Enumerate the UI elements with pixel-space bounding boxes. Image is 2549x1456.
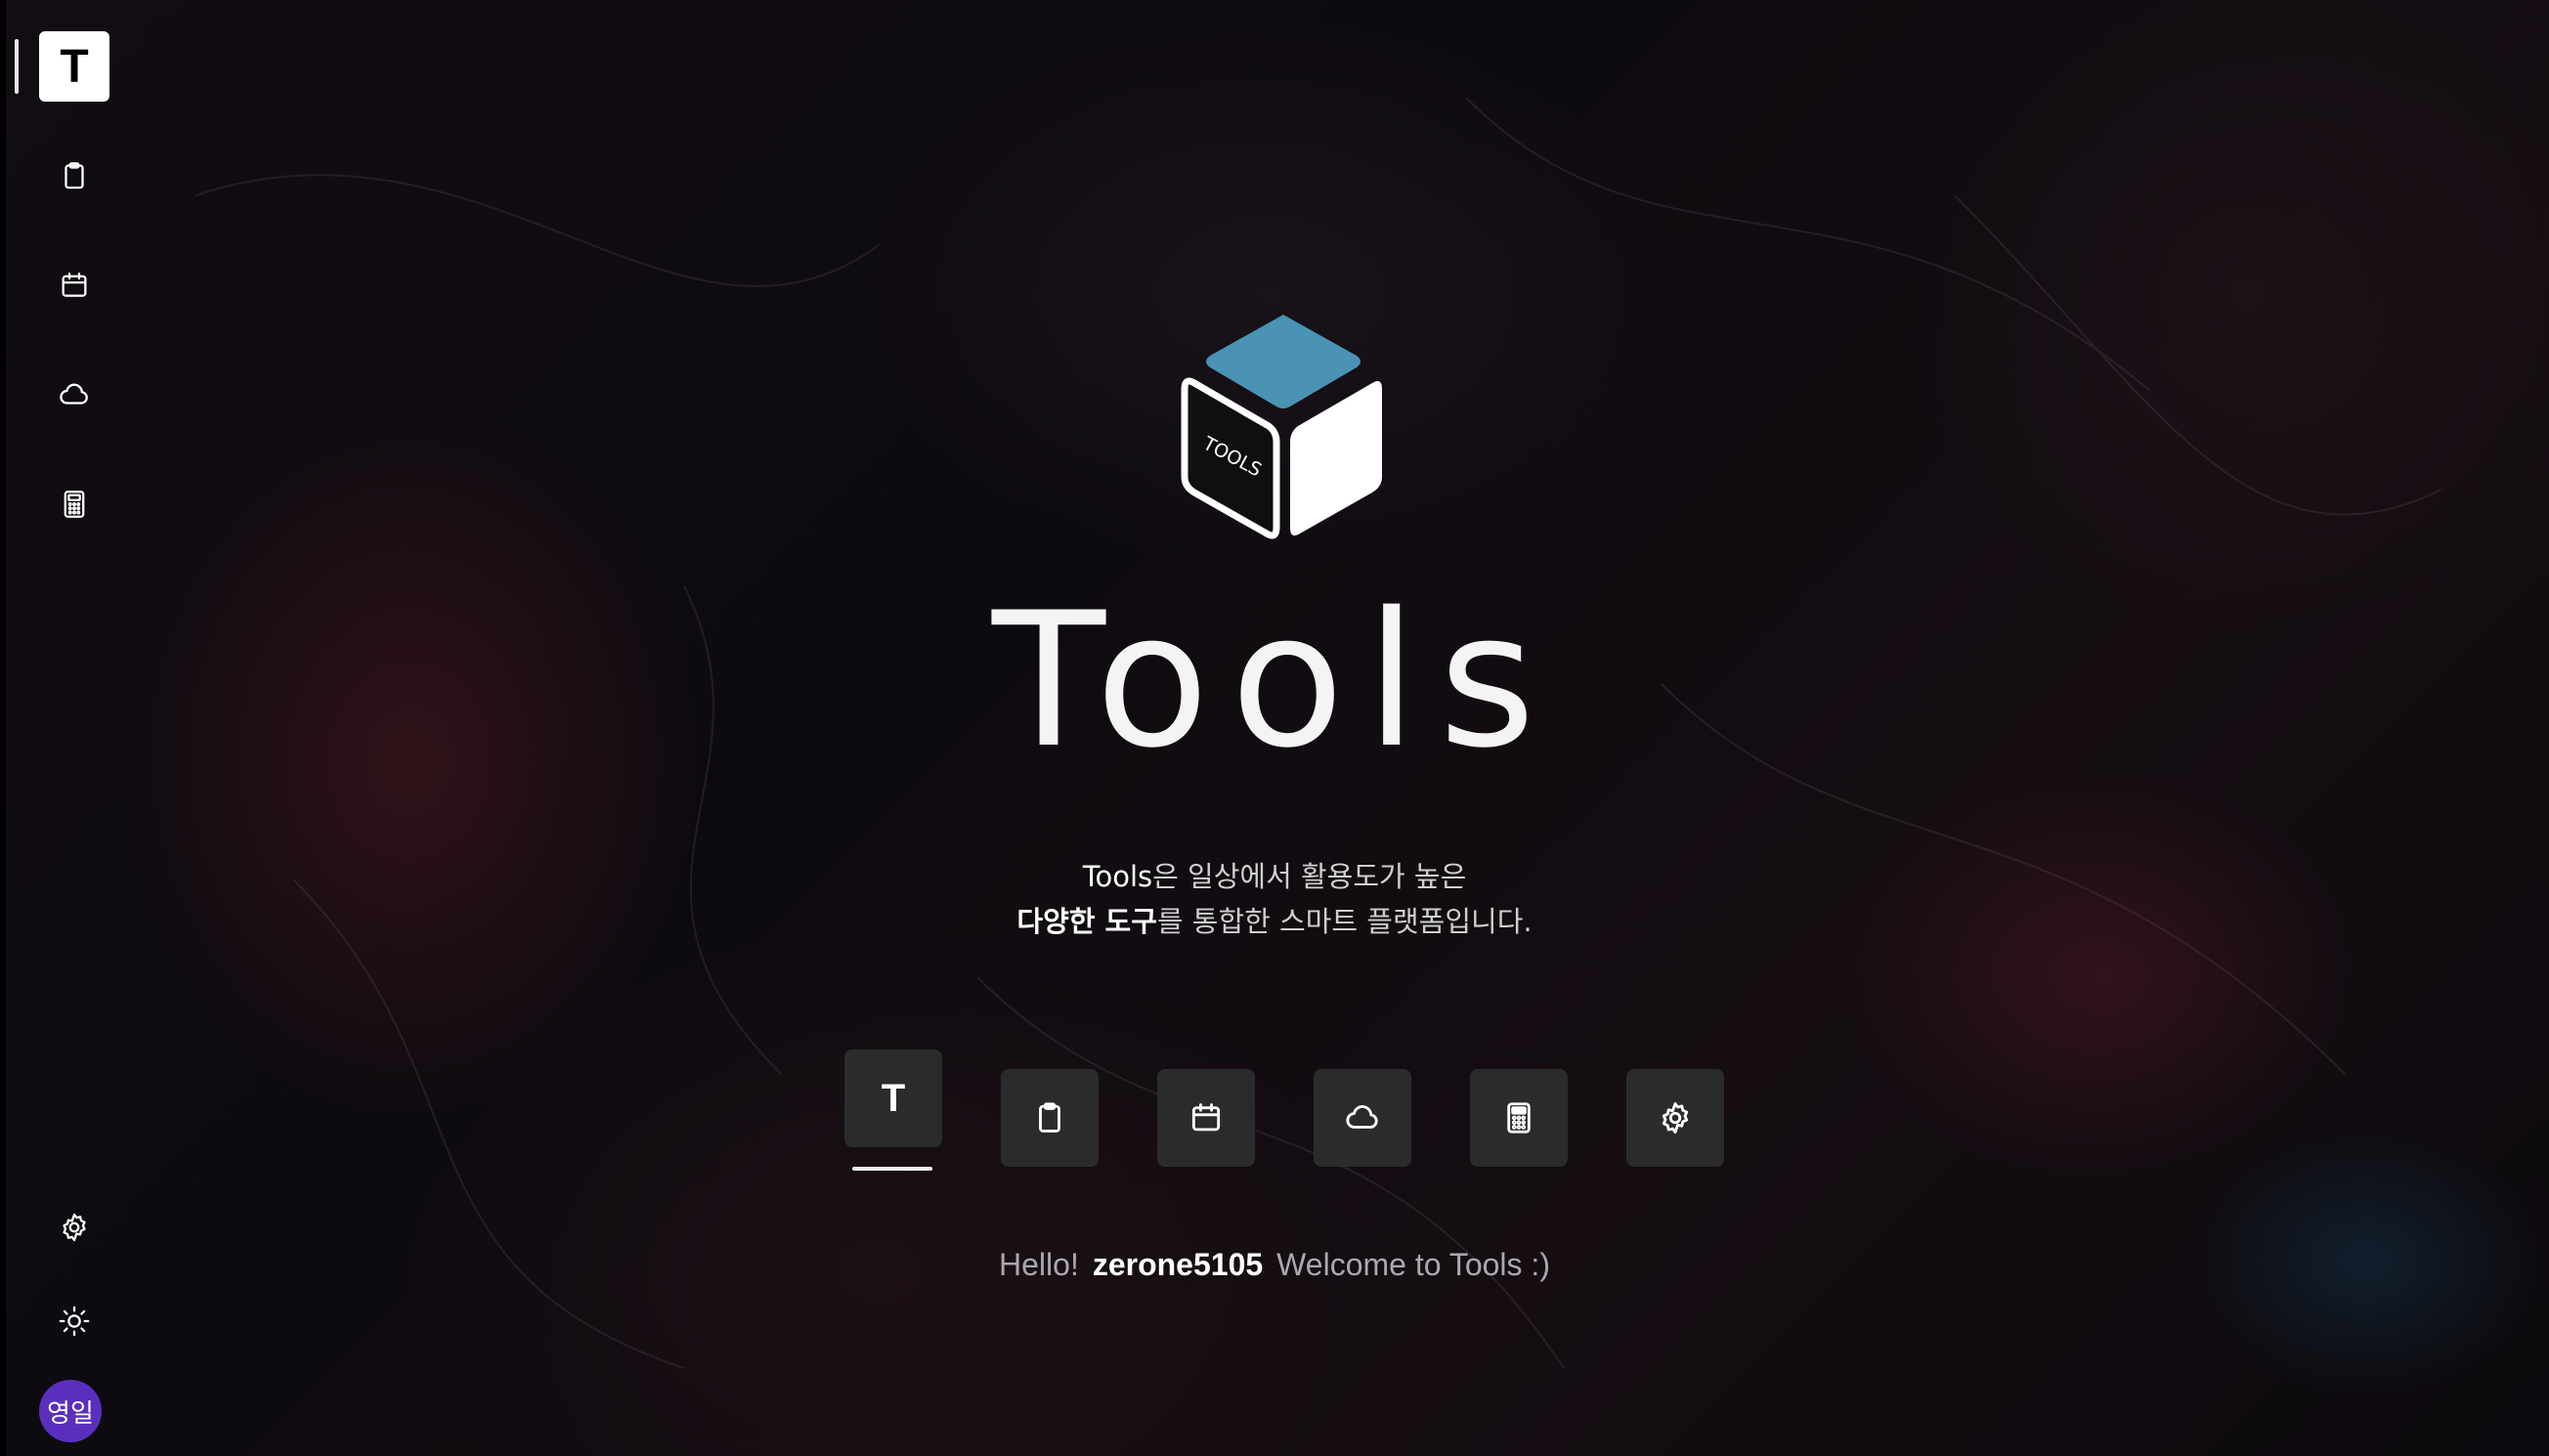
description-line-2: 다양한 도구를 통합한 스마트 플랫폼입니다. <box>0 899 2549 944</box>
tool-home-button[interactable]: T <box>844 1049 942 1147</box>
sidebar-item-calculator[interactable] <box>45 475 104 534</box>
sidebar-item-calendar[interactable] <box>45 256 104 315</box>
calendar-icon <box>1191 1103 1221 1132</box>
clipboard-icon <box>1039 1102 1060 1133</box>
gear-icon <box>1662 1102 1689 1134</box>
calculator-icon <box>1507 1102 1531 1134</box>
clipboard-icon <box>65 162 84 190</box>
platform-description: Tools은 일상에서 활용도가 높은 다양한 도구를 통합한 스마트 플랫폼입… <box>0 854 2549 944</box>
cloud-icon <box>60 383 88 405</box>
gear-icon <box>63 1213 86 1242</box>
user-avatar[interactable]: 영일 <box>39 1380 102 1442</box>
active-indicator <box>15 39 19 94</box>
tool-clipboard-button[interactable] <box>1001 1069 1099 1167</box>
page-title: Tools <box>991 573 1558 789</box>
tool-active-underline <box>852 1167 932 1171</box>
sun-icon <box>59 1306 90 1337</box>
tool-cloud-button[interactable] <box>1314 1069 1411 1167</box>
description-line-1: Tools은 일상에서 활용도가 높은 <box>0 854 2549 899</box>
sidebar-item-cloud[interactable] <box>45 365 104 424</box>
theme-toggle-button[interactable] <box>45 1292 104 1350</box>
home-logo-button[interactable]: T <box>39 31 109 102</box>
home-letter: T <box>881 1076 906 1120</box>
description-strong-2: 다양한 도구 <box>1016 905 1157 938</box>
greeting-username: zerone5105 <box>1092 1247 1264 1282</box>
description-rest-1: 은 일상에서 활용도가 높은 <box>1152 860 1467 893</box>
sidebar-item-clipboard[interactable] <box>45 147 104 205</box>
calendar-icon <box>62 272 87 297</box>
calculator-icon <box>64 491 85 518</box>
cloud-icon <box>1346 1105 1378 1129</box>
welcome-greeting: Hello! zerone5105 Welcome to Tools :) <box>0 1247 2549 1283</box>
tools-cube-logo: TOOLS <box>1181 315 1382 539</box>
description-strong-1: Tools <box>1082 860 1153 893</box>
greeting-welcome: Welcome to Tools :) <box>1276 1247 1550 1282</box>
tool-calendar-button[interactable] <box>1157 1069 1255 1167</box>
logo-letter: T <box>60 40 89 93</box>
greeting-hello: Hello! <box>999 1247 1079 1282</box>
tool-calculator-button[interactable] <box>1470 1069 1568 1167</box>
description-rest-2: 를 통합한 스마트 플랫폼입니다. <box>1156 905 1533 938</box>
avatar-initials: 영일 <box>47 1398 94 1429</box>
tool-settings-button[interactable] <box>1626 1069 1724 1167</box>
